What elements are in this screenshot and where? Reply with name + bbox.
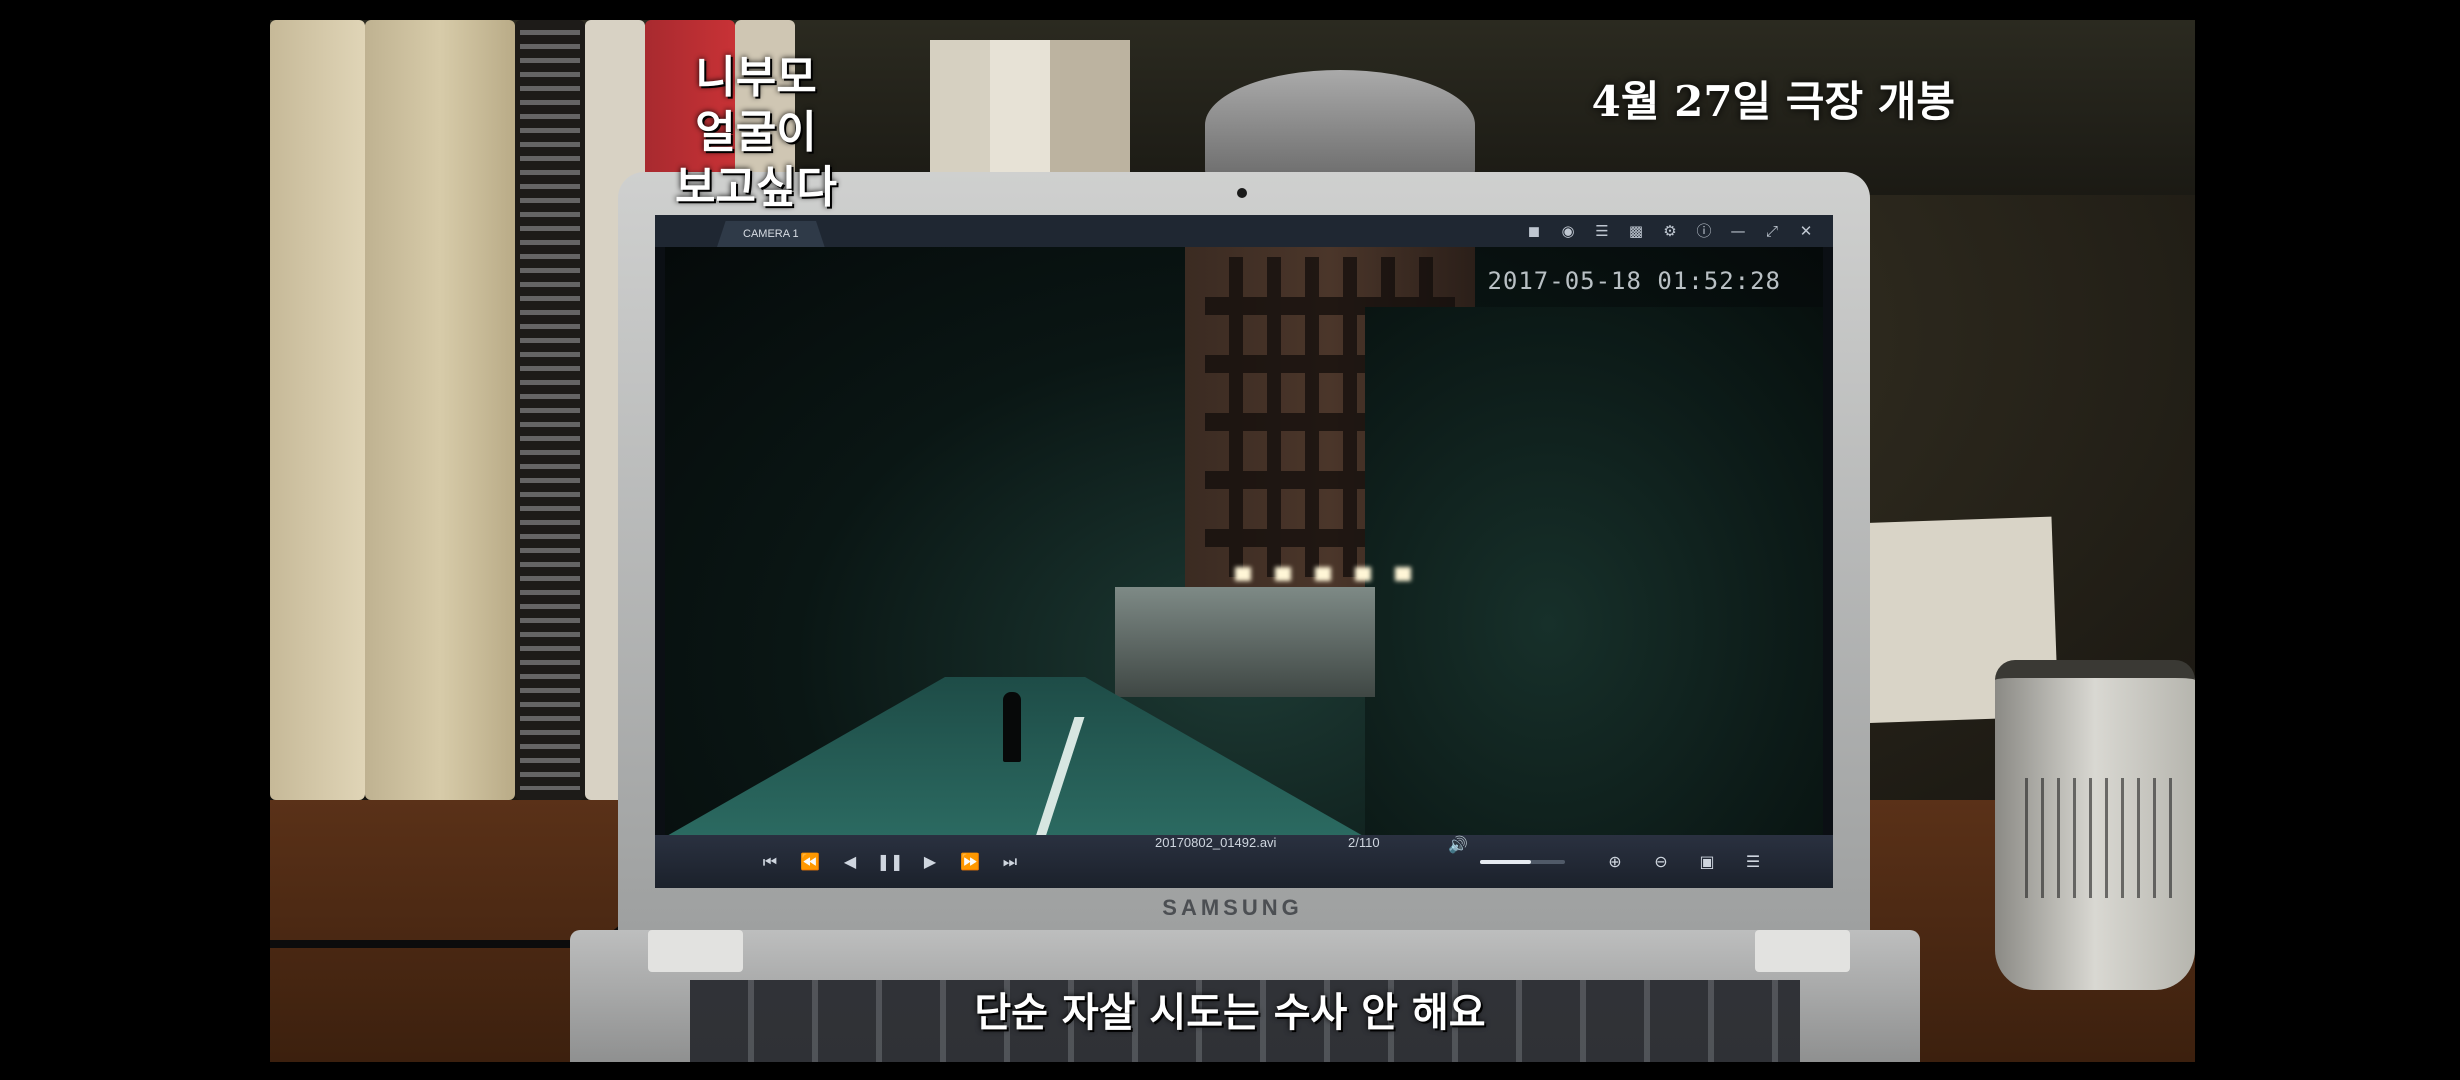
file-name: 20170802_01492.avi xyxy=(1155,835,1277,850)
film-title-line: 니부모 xyxy=(695,52,817,103)
pause-icon[interactable]: ❚❚ xyxy=(870,842,910,882)
skip-end-icon[interactable]: ⏭ xyxy=(990,842,1030,882)
subtitle: 단순 자살 시도는 수사 안 해요 xyxy=(974,990,1486,1036)
volume-fill xyxy=(1480,860,1531,864)
trees xyxy=(1365,307,1823,835)
player-titlebar: CAMERA 1 ◼ ◉ ☰ ▩ ⚙ ⓘ — ⤢ ✕ xyxy=(655,215,1833,247)
video-timestamp: 2017-05-18 01:52:28 xyxy=(1487,267,1781,295)
minimize-icon[interactable]: — xyxy=(1721,215,1755,247)
camera-icon[interactable]: ◼ xyxy=(1517,215,1551,247)
pin-icon[interactable]: ◉ xyxy=(1551,215,1585,247)
binder xyxy=(270,20,365,800)
film-title: 니부모 얼굴이 보고싶다 xyxy=(675,50,837,215)
mug xyxy=(1995,660,2195,990)
transport-buttons: ⏮ ⏪ ◀ ❚❚ ▶ ⏩ ⏭ xyxy=(750,835,1030,888)
list-icon[interactable]: ☰ xyxy=(1585,215,1619,247)
movie-frame: SAMSUNG CAMERA 1 ◼ ◉ ☰ ▩ ⚙ ⓘ — ⤢ ✕ 2017-… xyxy=(270,20,2195,1062)
gear-icon[interactable]: ⚙ xyxy=(1653,215,1687,247)
skip-start-icon[interactable]: ⏮ xyxy=(750,842,790,882)
window-controls: ◼ ◉ ☰ ▩ ⚙ ⓘ — ⤢ ✕ xyxy=(1517,215,1823,247)
hinge xyxy=(648,930,743,972)
film-title-line: 얼굴이 xyxy=(695,107,817,158)
step-back-icon[interactable]: ◀ xyxy=(830,842,870,882)
building-lights xyxy=(1235,567,1425,581)
binder xyxy=(365,20,515,800)
cctv-video[interactable]: 2017-05-18 01:52:28 xyxy=(665,247,1823,835)
film-title-line: 보고싶다 xyxy=(675,162,837,213)
walking-person xyxy=(1003,692,1021,762)
webcam xyxy=(1237,188,1247,198)
menu-icon[interactable]: ☰ xyxy=(1733,842,1773,882)
hinge xyxy=(1755,930,1850,972)
volume-slider[interactable] xyxy=(1480,860,1565,864)
fast-forward-icon[interactable]: ⏩ xyxy=(950,842,990,882)
play-icon[interactable]: ▶ xyxy=(910,842,950,882)
file-counter: 2/110 xyxy=(1348,835,1380,850)
zoom-in-icon[interactable]: ⊕ xyxy=(1595,842,1635,882)
release-date: 4월 27일 극장 개봉 xyxy=(1591,77,1955,126)
camera-tab[interactable]: CAMERA 1 xyxy=(717,221,825,247)
maximize-icon[interactable]: ⤢ xyxy=(1755,215,1789,247)
shelf-books xyxy=(930,40,1130,190)
volume-icon[interactable]: 🔊 xyxy=(1448,835,1468,888)
rewind-icon[interactable]: ⏪ xyxy=(790,842,830,882)
playback-controls: ⏮ ⏪ ◀ ❚❚ ▶ ⏩ ⏭ 20170802_01492.avi 2/110 … xyxy=(655,835,1833,888)
printer-icon[interactable]: ▩ xyxy=(1619,215,1653,247)
desk-lamp xyxy=(1205,70,1475,180)
close-icon[interactable]: ✕ xyxy=(1789,215,1823,247)
save-icon[interactable]: ▣ xyxy=(1687,842,1727,882)
info-icon[interactable]: ⓘ xyxy=(1687,215,1721,247)
laptop-brand: SAMSUNG xyxy=(1162,895,1303,920)
video-player-window: CAMERA 1 ◼ ◉ ☰ ▩ ⚙ ⓘ — ⤢ ✕ 2017-05-18 01 xyxy=(655,215,1833,888)
spiral-notebook xyxy=(520,30,580,790)
building-entrance xyxy=(1115,587,1375,697)
zoom-out-icon[interactable]: ⊖ xyxy=(1641,842,1681,882)
tool-buttons: ⊕ ⊖ ▣ ☰ xyxy=(1595,835,1773,888)
